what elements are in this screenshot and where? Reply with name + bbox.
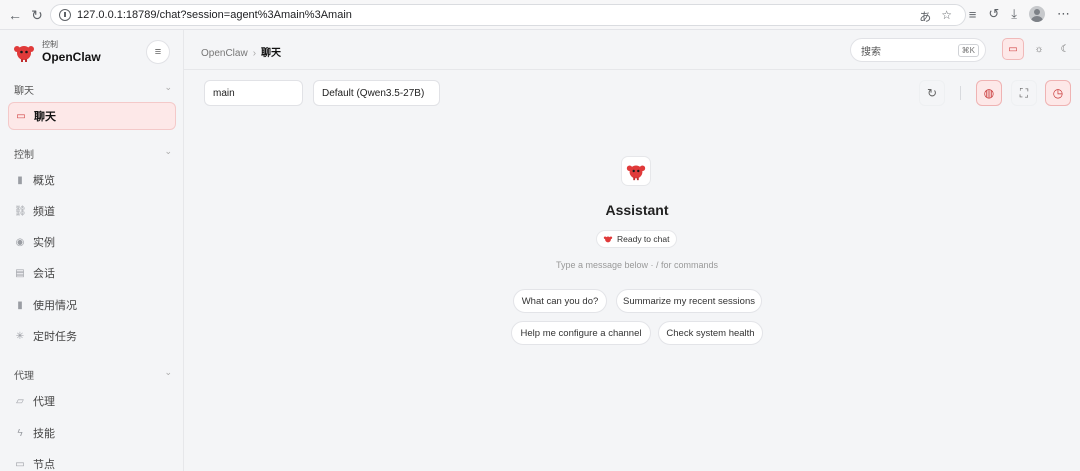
sidebar-collapse-button[interactable]: ≡ (146, 40, 170, 64)
section-agents-header[interactable]: 代理 ⌄ (14, 367, 172, 382)
browser-toolbar: ← ↻ 127.0.0.1:18789/chat?session=agent%3… (0, 0, 1080, 30)
section-chat-header[interactable]: 聊天 ⌄ (14, 82, 172, 97)
monitor-icon: ▭ (1008, 43, 1018, 55)
focus-icon: ⛶ (1019, 85, 1029, 100)
refresh-button[interactable]: ↻ (919, 80, 945, 106)
model-select-value: Default (Qwen3.5-27B) (322, 87, 425, 99)
search-shortcut-badge: ⌘K (957, 44, 979, 57)
theme-light-button[interactable]: ☼ (1028, 38, 1050, 60)
openclaw-logo-icon (603, 236, 613, 243)
status-badge: Ready to chat (596, 230, 678, 248)
sidebar-item-label: 节点 (33, 459, 55, 471)
sidebar-item-nodes[interactable]: ▭ 节点 (14, 453, 172, 471)
sidebar-item-label: 频道 (33, 206, 55, 218)
bar-chart-icon: ▮ (17, 174, 23, 186)
breadcrumb-root[interactable]: OpenClaw (201, 48, 248, 59)
sidebar-item-label: 使用情况 (33, 300, 77, 312)
site-info-icon[interactable] (59, 9, 71, 21)
composer-hint: Type a message below · / for commands (555, 260, 719, 270)
sidebar-item-skills[interactable]: ϟ 技能 (14, 422, 172, 444)
chevron-down-icon: ⌄ (164, 146, 172, 156)
brand[interactable]: 控制 OpenClaw (12, 40, 101, 64)
model-select[interactable]: Default (Qwen3.5-27B) (313, 80, 440, 106)
brand-subtitle: 控制 (42, 40, 58, 49)
session-select-value: main (213, 87, 235, 99)
url-text: 127.0.0.1:18789/chat?session=agent%3Amai… (77, 9, 352, 21)
sun-icon: ☼ (1034, 43, 1044, 55)
breadcrumb-current: 聊天 (261, 48, 282, 59)
sidebar-item-channels[interactable]: ⛓ 频道 (14, 200, 172, 222)
breadcrumb-separator-icon: › (252, 48, 257, 59)
bar-chart-icon: ▮ (17, 299, 23, 311)
sidebar-item-agents[interactable]: ▱ 代理 (14, 390, 172, 412)
theme-dark-button[interactable]: ☾ (1054, 38, 1076, 60)
moon-icon: ☾ (1060, 43, 1070, 55)
sidebar-item-label: 实例 (33, 237, 55, 249)
suggestion-chip[interactable]: Summarize my recent sessions (616, 289, 762, 313)
download-icon[interactable]: ⤓ (1011, 6, 1017, 22)
focus-mode-button[interactable]: ⛶ (1011, 80, 1037, 106)
thinking-toggle-button[interactable]: ◍ (976, 80, 1002, 106)
brand-name: OpenClaw (42, 50, 101, 64)
profile-avatar[interactable] (1029, 6, 1045, 22)
sidebar-item-label: 技能 (33, 428, 55, 440)
openclaw-logo-icon (626, 165, 646, 181)
reload-icon[interactable]: ↻ (26, 4, 48, 26)
loader-icon: ✳ (15, 330, 25, 342)
cron-toggle-button[interactable]: ◷ (1045, 80, 1071, 106)
suggestion-chip[interactable]: Check system health (658, 321, 763, 345)
section-control-header[interactable]: 控制 ⌄ (14, 146, 172, 161)
sidebar-item-overview[interactable]: ▮ 概览 (14, 169, 172, 191)
translate-icon[interactable]: あ (919, 8, 931, 25)
top-bar: OpenClaw › 聊天 搜索 ⌘K ▭ ☼ ☾ (184, 30, 1080, 70)
document-icon: ▤ (15, 267, 25, 279)
sidebar-item-sessions[interactable]: ▤ 会话 (14, 262, 172, 284)
sidebar-item-label: 概览 (33, 175, 55, 187)
sidebar-item-label: 定时任务 (33, 331, 77, 343)
monitor-icon: ▭ (15, 458, 25, 470)
sidebar-item-chat[interactable]: ▭ 聊天 (8, 102, 176, 130)
sidebar-item-label: 代理 (33, 396, 55, 408)
theme-system-button[interactable]: ▭ (1002, 38, 1024, 60)
link-icon: ⛓ (14, 205, 27, 217)
chevron-down-icon: ⌄ (164, 367, 172, 377)
more-icon[interactable]: ⋯ (1057, 6, 1070, 22)
broadcast-icon: ◉ (15, 236, 25, 248)
hamburger-icon: ≡ (154, 46, 162, 58)
assistant-avatar (621, 156, 651, 186)
sidebar-item-label: 聊天 (34, 111, 56, 123)
refresh-icon: ↻ (926, 86, 938, 100)
sidebar-item-label: 会话 (33, 268, 55, 280)
address-bar[interactable]: 127.0.0.1:18789/chat?session=agent%3Amai… (50, 4, 966, 26)
back-arrow-icon[interactable]: ← (4, 4, 26, 26)
suggestion-chip[interactable]: What can you do? (513, 289, 607, 313)
chevron-down-icon: ⌄ (164, 82, 172, 92)
star-icon[interactable]: ☆ (941, 8, 952, 25)
reading-list-icon[interactable]: ≡ (969, 7, 977, 22)
sidebar-item-usage[interactable]: ▮ 使用情况 (14, 294, 172, 316)
openclaw-logo-icon (14, 46, 34, 62)
search-input[interactable]: 搜索 ⌘K (850, 38, 986, 62)
sidebar: 控制 OpenClaw ≡ 聊天 ⌄ ▭ 聊天 控制 ⌄ ▮ 概览 ⛓ 频道 ◉… (0, 30, 184, 471)
toolbar-divider (960, 86, 961, 100)
lightning-icon: ϟ (17, 427, 23, 439)
history-icon[interactable]: ↺ (988, 6, 999, 22)
clock-icon: ◷ (1052, 86, 1064, 100)
brain-icon: ◍ (983, 86, 995, 100)
chat-icon: ▭ (16, 110, 26, 122)
status-text: Ready to chat (617, 234, 670, 244)
folder-icon: ▱ (16, 395, 24, 407)
session-select[interactable]: main (204, 80, 303, 106)
breadcrumb: OpenClaw › 聊天 (201, 44, 281, 59)
suggestion-chip[interactable]: Help me configure a channel (511, 321, 651, 345)
theme-switcher: ▭ ☼ ☾ (1002, 38, 1076, 60)
sidebar-item-instances[interactable]: ◉ 实例 (14, 231, 172, 253)
assistant-name: Assistant (605, 202, 669, 218)
search-placeholder: 搜索 (861, 46, 881, 58)
sidebar-item-cron[interactable]: ✳ 定时任务 (14, 325, 172, 347)
